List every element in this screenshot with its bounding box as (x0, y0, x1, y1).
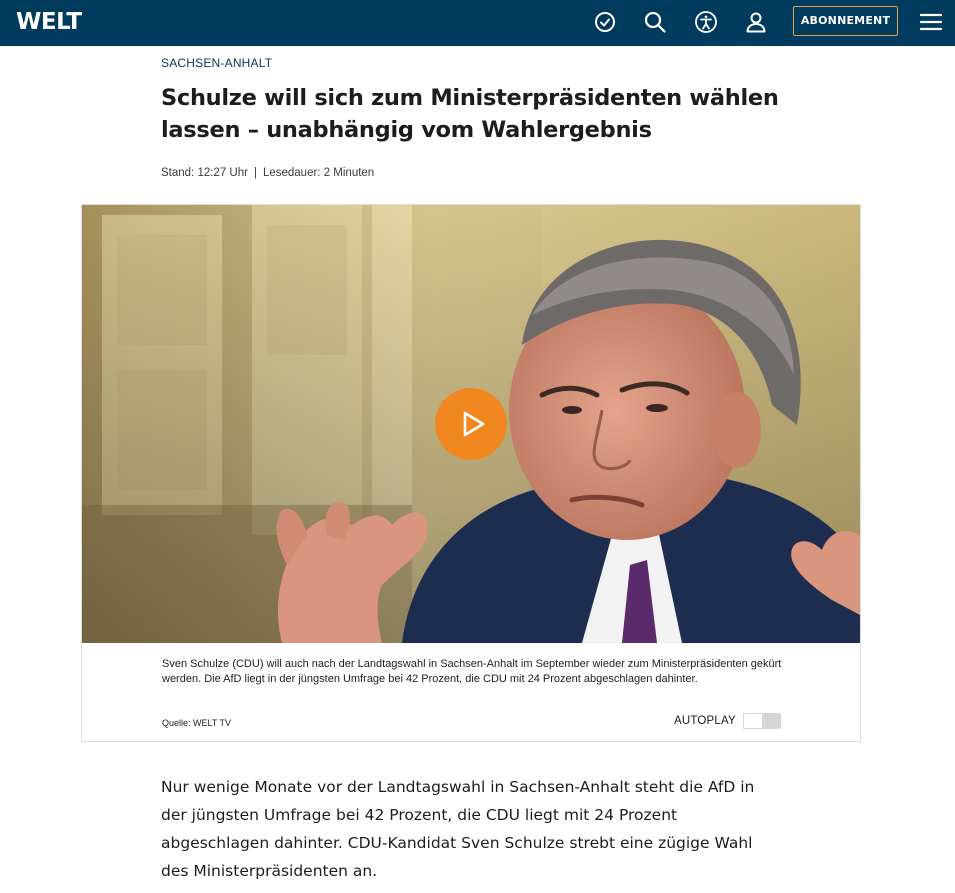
autoplay-label: AUTOPLAY (674, 715, 736, 727)
headline-highlight: unabhängig vom Wahlergebnis (266, 117, 652, 143)
play-icon (463, 411, 485, 437)
clock-icon[interactable] (593, 10, 617, 34)
accessibility-icon[interactable] (694, 10, 718, 34)
article-headline: Schulze will sich zum Ministerpräsidente… (161, 82, 801, 146)
user-icon[interactable] (744, 10, 768, 34)
subscribe-button[interactable]: ABONNEMENT (793, 6, 898, 36)
video-player[interactable] (82, 205, 860, 643)
publish-time: Stand: 12:27 Uhr (161, 167, 248, 179)
video-source: Quelle: WELT TV (162, 718, 232, 728)
search-icon[interactable] (643, 10, 667, 34)
autoplay-toggle-knob (744, 714, 762, 728)
meta-separator: | (253, 167, 257, 179)
top-navigation-bar: WELT ABONNEMENT (0, 0, 955, 46)
autoplay-toggle[interactable] (743, 713, 781, 729)
reading-time: Lesedauer: 2 Minuten (262, 167, 375, 179)
menu-icon[interactable] (919, 10, 943, 34)
video-player-card: Sven Schulze (CDU) will auch nach der La… (81, 204, 861, 742)
play-button[interactable] (435, 388, 507, 460)
article-kicker[interactable]: SACHSEN-ANHALT (161, 56, 272, 70)
welt-logo[interactable]: WELT (16, 8, 82, 36)
article-body-paragraph: Nur wenige Monate vor der Landtagswahl i… (161, 778, 755, 880)
video-caption: Sven Schulze (CDU) will auch nach der La… (162, 658, 782, 685)
article-meta: Stand: 12:27 Uhr | Lesedauer: 2 Minuten (161, 166, 374, 180)
